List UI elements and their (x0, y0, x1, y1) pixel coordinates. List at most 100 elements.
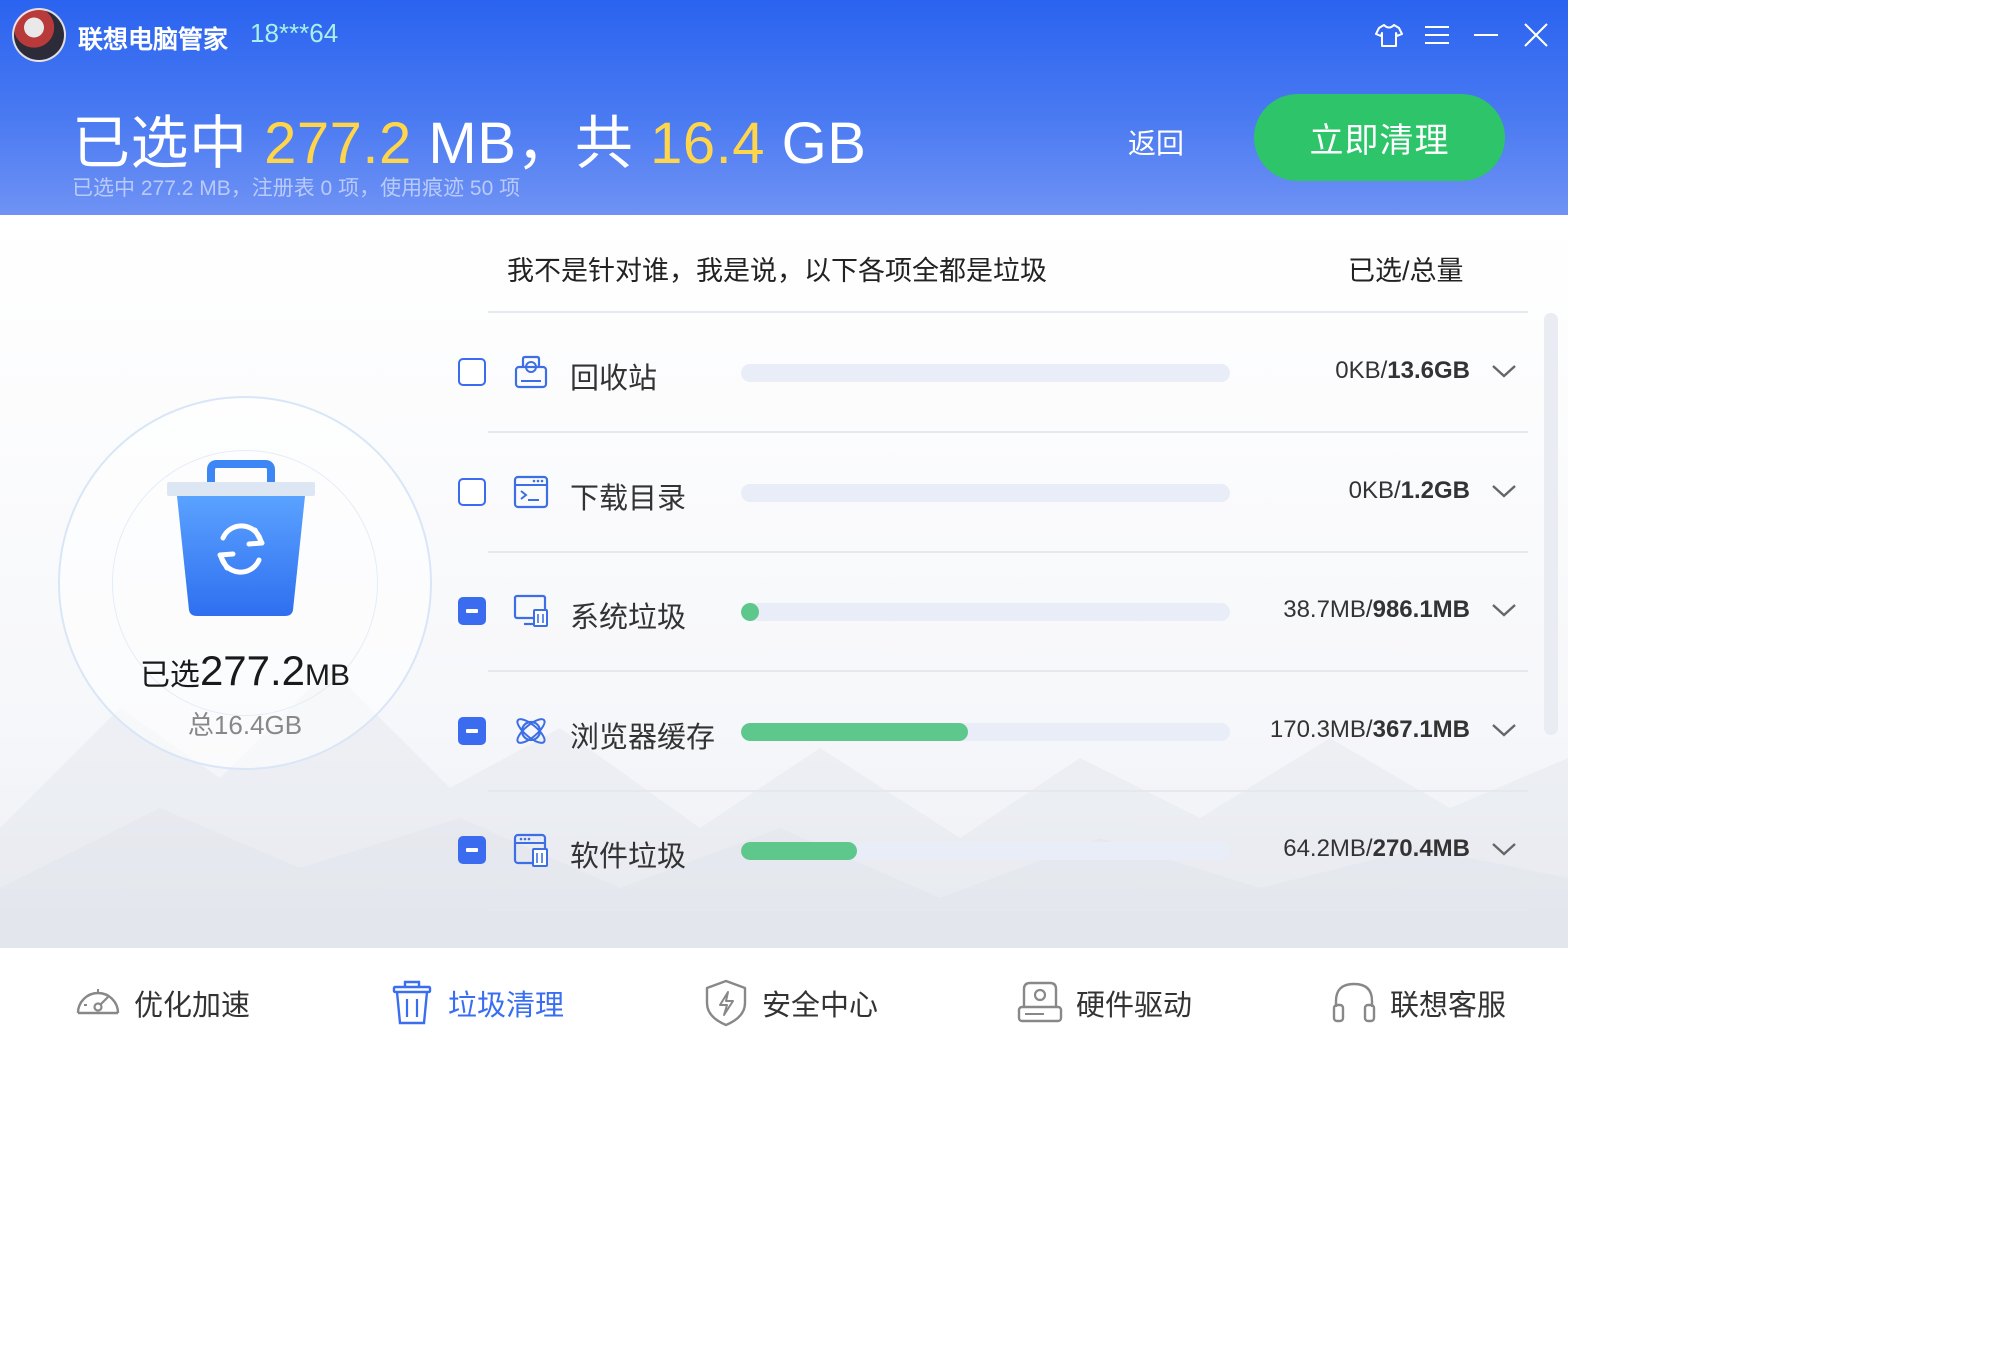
item-label: 浏览器缓存 (570, 722, 716, 754)
total-size: 总16.4GB (187, 710, 303, 740)
progress-fill (741, 603, 759, 621)
headline: 已选中 277.2 MB，共 16.4 GB (72, 96, 866, 180)
item-size: 64.2MB/270.4MB (1283, 835, 1470, 863)
browser-cache-icon (516, 718, 546, 744)
selected-label: 已选 (139, 659, 200, 692)
item-selected: 0KB/ (1335, 357, 1388, 384)
scrollbar[interactable] (1544, 313, 1558, 735)
divider (488, 670, 1528, 672)
item-total: 270.4MB (1372, 835, 1470, 862)
item-total: 986.1MB (1372, 596, 1470, 623)
headline-selected-unit: MB，共 (428, 111, 634, 176)
nav-item-support[interactable]: 联想客服 (1328, 978, 1506, 1028)
hard-drive-icon (1017, 981, 1063, 1023)
chevron-down-icon[interactable] (1490, 720, 1518, 740)
list-item-recycle-bin[interactable]: 回收站 0KB/13.6GB (450, 343, 1530, 403)
user-id[interactable]: 18***64 (250, 18, 338, 49)
close-icon (1524, 23, 1548, 47)
item-label: 系统垃圾 (570, 602, 687, 634)
divider (488, 311, 1528, 313)
speedometer-icon (76, 989, 120, 1015)
progress-bar (741, 603, 1230, 621)
divider (488, 551, 1528, 553)
nav-label: 垃圾清理 (448, 990, 565, 1022)
checkbox-partial[interactable] (458, 597, 486, 625)
progress-bar (741, 484, 1230, 502)
nav-label: 优化加速 (134, 990, 251, 1022)
progress-bar (741, 364, 1230, 382)
selected-value: 277.2 (199, 647, 306, 694)
chevron-down-icon[interactable] (1490, 361, 1518, 381)
progress-fill (741, 842, 857, 860)
recycle-bin-icon (514, 355, 548, 389)
headline-selected: 277.2 (264, 111, 412, 176)
list-title: 我不是针对谁，我是说，以下各项全都是垃圾 (507, 256, 1047, 286)
nav-item-junk-clean[interactable]: 垃圾清理 (386, 978, 564, 1028)
checkbox[interactable] (458, 478, 486, 506)
headset-icon (1332, 982, 1376, 1023)
item-label: 软件垃圾 (570, 841, 687, 873)
back-link[interactable]: 返回 (1128, 122, 1184, 162)
selected-size: 已选277.2MB (58, 647, 432, 695)
chevron-down-icon[interactable] (1490, 600, 1518, 620)
list-item-software-junk[interactable]: 软件垃圾 64.2MB/270.4MB (450, 821, 1530, 881)
item-total: 13.6GB (1387, 357, 1470, 384)
nav-label: 联想客服 (1390, 990, 1507, 1022)
list-item-system-junk[interactable]: 系统垃圾 38.7MB/986.1MB (450, 582, 1530, 642)
summary-subline: 已选中 277.2 MB，注册表 0 项，使用痕迹 50 项 (72, 177, 521, 200)
divider (488, 431, 1528, 433)
headline-prefix: 已选中 (72, 111, 248, 176)
progress-bar (741, 723, 1230, 741)
minimize-button[interactable] (1469, 18, 1503, 52)
nav-item-hardware[interactable]: 硬件驱动 (1014, 978, 1192, 1028)
system-junk-icon (513, 594, 548, 627)
header: 联想电脑管家 18***64 已选中 277.2 MB，共 16.4 GB 已选… (0, 0, 1568, 215)
headline-total-unit: GB (781, 111, 867, 176)
item-selected: 170.3MB/ (1269, 716, 1373, 743)
software-junk-icon (513, 833, 548, 867)
trash-icon (392, 980, 432, 1025)
clean-now-button[interactable]: 立即清理 (1254, 94, 1505, 181)
checkbox-partial[interactable] (458, 717, 486, 745)
shield-icon (705, 979, 747, 1027)
nav-item-security[interactable]: 安全中心 (700, 978, 878, 1028)
item-total: 367.1MB (1372, 716, 1470, 743)
list-item-browser-cache[interactable]: 浏览器缓存 170.3MB/367.1MB (450, 702, 1530, 762)
divider (488, 909, 1528, 911)
nav-label: 安全中心 (762, 990, 879, 1022)
item-label: 回收站 (570, 363, 658, 395)
item-total: 1.2GB (1400, 477, 1470, 504)
skin-button[interactable] (1372, 18, 1406, 52)
item-selected: 64.2MB/ (1283, 835, 1373, 862)
menu-icon (1425, 26, 1449, 44)
item-size: 0KB/1.2GB (1349, 477, 1470, 505)
minimize-icon (1474, 34, 1498, 36)
menu-button[interactable] (1420, 18, 1454, 52)
list-column-selected-total: 已选/总量 (1348, 256, 1464, 286)
list-item-download-folder[interactable]: 下载目录 0KB/1.2GB (450, 463, 1530, 523)
item-label: 下载目录 (570, 483, 687, 515)
progress-fill (741, 723, 968, 741)
item-size: 170.3MB/367.1MB (1270, 716, 1470, 744)
trash-bin-icon (167, 460, 315, 616)
nav-label: 硬件驱动 (1076, 990, 1193, 1022)
close-button[interactable] (1519, 18, 1553, 52)
bottom-nav: 优化加速 垃圾清理 安全中心 硬件驱动 联想客服 (0, 948, 1568, 1058)
chevron-down-icon[interactable] (1490, 839, 1518, 859)
item-selected: 0KB/ (1348, 477, 1401, 504)
chevron-down-icon[interactable] (1490, 481, 1518, 501)
item-size: 0KB/13.6GB (1335, 357, 1470, 385)
skin-icon (1375, 24, 1403, 47)
app-name: 联想电脑管家 (78, 26, 229, 54)
nav-item-optimize[interactable]: 优化加速 (72, 978, 250, 1028)
checkbox-partial[interactable] (458, 836, 486, 864)
progress-bar (741, 842, 1230, 860)
divider (488, 790, 1528, 792)
checkbox[interactable] (458, 358, 486, 386)
download-folder-icon (513, 475, 549, 509)
avatar[interactable] (12, 8, 66, 62)
item-selected: 38.7MB/ (1283, 596, 1373, 623)
headline-total: 16.4 (650, 111, 765, 176)
item-size: 38.7MB/986.1MB (1283, 596, 1470, 624)
main-panel: 已选277.2MB 总16.4GB 我不是针对谁，我是说，以下各项全都是垃圾 已… (0, 215, 1568, 948)
